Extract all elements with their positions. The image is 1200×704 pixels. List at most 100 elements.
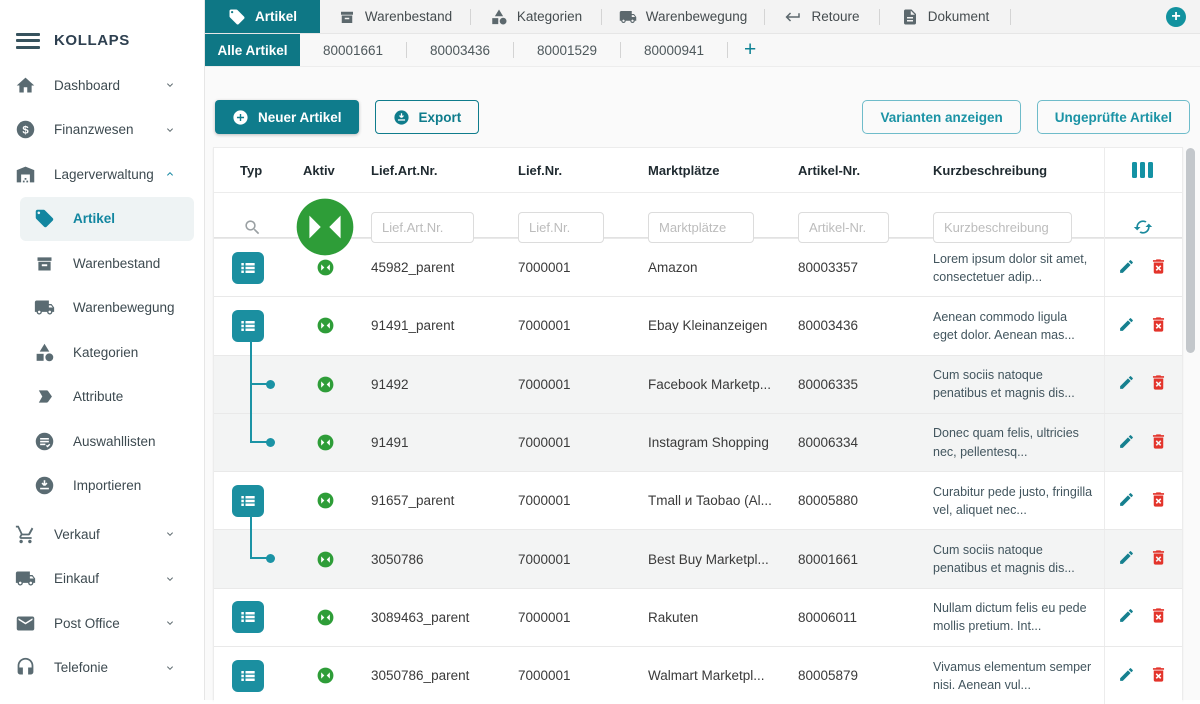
cell-marktplatz: Ebay Kleinanzeigen	[636, 318, 786, 333]
menu-icon[interactable]	[16, 33, 40, 49]
cell-lief-art-nr: 91657_parent	[359, 493, 506, 508]
tab-retoure[interactable]: Retoure	[765, 0, 879, 33]
headset-icon	[15, 657, 36, 678]
table-row-child[interactable]: 3050786 7000001 Best Buy Marketpl... 800…	[214, 529, 1182, 587]
subtab-alle-artikel[interactable]: Alle Artikel	[205, 34, 300, 66]
show-variants-button[interactable]: Varianten anzeigen	[862, 100, 1020, 134]
column-settings-button[interactable]	[1104, 148, 1180, 192]
subtab-article[interactable]: 80003436	[407, 34, 513, 66]
col-header-lief-art-nr[interactable]: Lief.Art.Nr.	[359, 163, 506, 178]
sidebar-item-attribute[interactable]: Attribute	[0, 375, 204, 420]
filter-marktplaetze-input[interactable]	[648, 212, 754, 243]
tag-icon	[34, 208, 55, 229]
unchecked-articles-button[interactable]: Ungeprüfte Artikel	[1037, 100, 1190, 134]
edit-button[interactable]	[1118, 549, 1135, 569]
article-type-icon[interactable]	[232, 485, 264, 517]
sidebar-item-einkauf[interactable]: Einkauf	[0, 557, 204, 602]
table-row-child[interactable]: 91491 7000001 Instagram Shopping 8000633…	[214, 413, 1182, 471]
sidebar-item-artikel[interactable]: Artikel	[20, 197, 194, 242]
new-article-button[interactable]: Neuer Artikel	[215, 100, 359, 134]
sidebar-item-lagerverwaltung[interactable]: Lagerverwaltung	[0, 152, 204, 197]
cell-kurzbeschreibung: Donec quam felis, ultricies nec, pellent…	[921, 424, 1104, 460]
delete-button[interactable]	[1149, 490, 1168, 512]
plus-circle-icon	[232, 109, 249, 126]
cell-kurzbeschreibung: Curabitur pede justo, fringilla vel, ali…	[921, 483, 1104, 519]
sidebar-item-dashboard[interactable]: Dashboard	[0, 63, 204, 108]
table-row[interactable]: 3089463_parent 7000001 Rakuten 80006011 …	[214, 588, 1182, 646]
edit-button[interactable]	[1118, 374, 1135, 394]
list-circle-icon	[34, 431, 55, 452]
edit-button[interactable]	[1118, 316, 1135, 336]
delete-button[interactable]	[1149, 432, 1168, 454]
col-header-kurzbeschreibung[interactable]: Kurzbeschreibung	[921, 163, 1104, 178]
col-header-marktplaetze[interactable]: Marktplätze	[636, 163, 786, 178]
sidebar-item-importieren[interactable]: Importieren	[0, 464, 204, 509]
col-header-artikel-nr[interactable]: Artikel-Nr.	[786, 163, 921, 178]
sidebar-item-telefonie[interactable]: Telefonie	[0, 646, 204, 691]
cell-lief-art-nr: 3050786_parent	[359, 668, 506, 683]
cell-artikel-nr: 80005880	[786, 493, 921, 508]
table-row[interactable]: 91657_parent 7000001 Tmall и Taobao (Al.…	[214, 471, 1182, 529]
sidebar-item-warenbewegung[interactable]: Warenbewegung	[0, 286, 204, 331]
add-tab-button[interactable]: +	[1166, 7, 1186, 27]
aktiv-filter-toggle[interactable]	[291, 193, 359, 261]
tag-icon	[228, 8, 246, 26]
col-header-lief-nr[interactable]: Lief.Nr.	[506, 163, 636, 178]
subtab-article[interactable]: 80000941	[621, 34, 727, 66]
edit-button[interactable]	[1118, 607, 1135, 627]
cell-lief-art-nr: 91491_parent	[359, 318, 506, 333]
col-header-typ[interactable]: Typ	[214, 163, 291, 178]
article-type-icon[interactable]	[232, 601, 264, 633]
delete-button[interactable]	[1149, 548, 1168, 570]
cell-artikel-nr: 80005879	[786, 668, 921, 683]
col-header-aktiv[interactable]: Aktiv	[291, 163, 359, 178]
cell-lief-art-nr: 91492	[359, 377, 506, 392]
tab-artikel[interactable]: Artikel	[205, 0, 320, 33]
table-row[interactable]: 45982_parent 7000001 Amazon 80003357 Lor…	[214, 238, 1182, 296]
filter-artikel-nr-input[interactable]	[798, 212, 889, 243]
sidebar-item-post-office[interactable]: Post Office	[0, 601, 204, 646]
tab-warenbestand[interactable]: Warenbestand	[320, 0, 470, 33]
delete-button[interactable]	[1149, 257, 1168, 279]
chevron-down-icon	[164, 528, 176, 540]
cell-lief-nr: 7000001	[506, 552, 636, 567]
tab-kategorien[interactable]: Kategorien	[471, 0, 601, 33]
cell-lief-nr: 7000001	[506, 668, 636, 683]
edit-button[interactable]	[1118, 491, 1135, 511]
delete-button[interactable]	[1149, 606, 1168, 628]
search-icon[interactable]	[214, 218, 291, 237]
sidebar-item-finanzwesen[interactable]: $ Finanzwesen	[0, 108, 204, 153]
table-row[interactable]: 91491_parent 7000001 Ebay Kleinanzeigen …	[214, 296, 1182, 354]
chevron-up-icon	[164, 168, 176, 180]
sidebar-item-warenbestand[interactable]: Warenbestand	[0, 241, 204, 286]
cell-artikel-nr: 80003357	[786, 260, 921, 275]
filter-lief-art-nr-input[interactable]	[371, 212, 474, 243]
delete-button[interactable]	[1149, 315, 1168, 337]
tree-connector-dot	[266, 380, 275, 389]
edit-button[interactable]	[1118, 258, 1135, 278]
table-row-child[interactable]: 91492 7000001 Facebook Marketp... 800063…	[214, 355, 1182, 413]
sidebar-item-auswahllisten[interactable]: Auswahllisten	[0, 419, 204, 464]
subtab-article[interactable]: 80001529	[514, 34, 620, 66]
subtab-article[interactable]: 80001661	[300, 34, 406, 66]
add-subtab-button[interactable]: +	[744, 38, 756, 62]
edit-button[interactable]	[1118, 433, 1135, 453]
tab-dokument[interactable]: Dokument	[880, 0, 1010, 33]
article-type-icon[interactable]	[232, 252, 264, 284]
filter-kurzbeschreibung-input[interactable]	[933, 212, 1072, 243]
filter-lief-nr-input[interactable]	[518, 212, 604, 243]
article-type-icon[interactable]	[232, 660, 264, 692]
sidebar-item-kategorien[interactable]: Kategorien	[0, 330, 204, 375]
delete-button[interactable]	[1149, 373, 1168, 395]
export-button[interactable]: Export	[375, 100, 480, 134]
active-status-icon	[316, 258, 335, 277]
edit-button[interactable]	[1118, 666, 1135, 686]
delete-button[interactable]	[1149, 665, 1168, 687]
sidebar-item-verkauf[interactable]: Verkauf	[0, 512, 204, 557]
table-row[interactable]: 3050786_parent 7000001 Walmart Marketpl.…	[214, 646, 1182, 704]
article-type-icon[interactable]	[232, 310, 264, 342]
tab-warenbewegung[interactable]: Warenbewegung	[602, 0, 764, 33]
cell-kurzbeschreibung: Vivamus elementum semper nisi. Aenean vu…	[921, 658, 1104, 694]
cell-marktplatz: Best Buy Marketpl...	[636, 552, 786, 567]
vertical-scrollbar[interactable]	[1186, 148, 1195, 353]
